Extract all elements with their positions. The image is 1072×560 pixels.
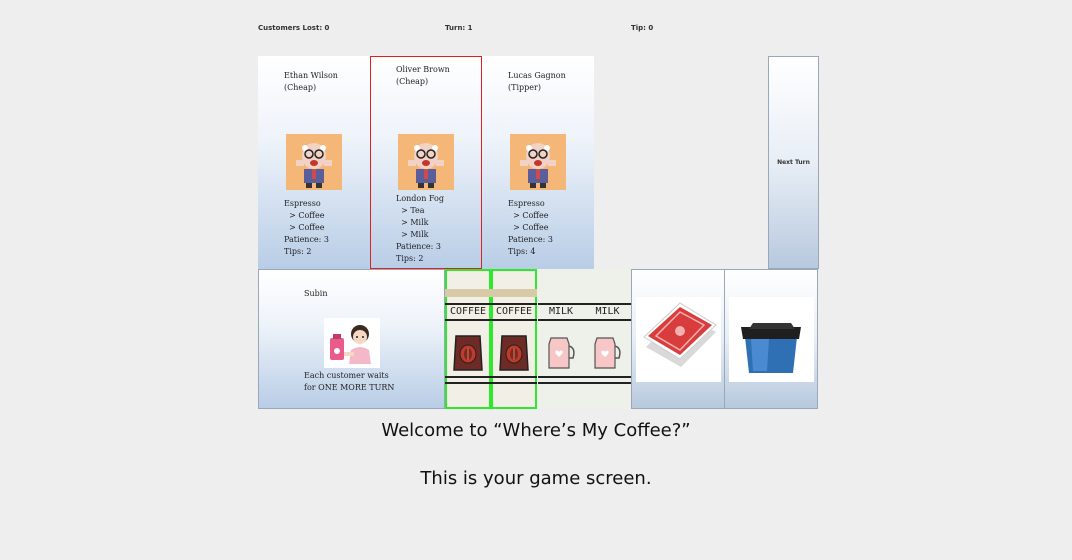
customer-order: Espresso > Coffee > Coffee Patience: 3 T…: [508, 198, 553, 258]
coffee-bag-icon: [499, 335, 529, 371]
customer-name: Ethan Wilson (Cheap): [284, 70, 338, 94]
divider-line: [491, 303, 537, 305]
divider-line: [491, 376, 537, 378]
customer-face-icon: [286, 134, 342, 190]
ingredient-label: MILK: [595, 306, 620, 317]
ingredient-coffee[interactable]: COFFEE: [445, 269, 491, 409]
ingredient-label: MILK: [548, 306, 574, 317]
divider-line: [538, 303, 584, 305]
divider-line: [445, 376, 491, 378]
customer-type: (Tipper): [508, 83, 541, 92]
divider-line: [584, 319, 631, 321]
barista-ability: Each customer waits for ONE MORE TURN: [304, 371, 395, 392]
tips-label: Tips: 2: [284, 247, 312, 256]
patience-label: Patience: 3: [284, 235, 329, 244]
patience-label: Patience: 3: [396, 242, 441, 251]
card-deck-button[interactable]: [631, 269, 725, 409]
coffee-bag-icon: [453, 335, 483, 371]
barista-name: Subin: [304, 289, 328, 298]
ingredient-label: COFFEE: [495, 306, 533, 317]
milk-jug-icon: [548, 337, 575, 369]
customers-lost-label: Customers Lost: 0: [258, 24, 330, 32]
customer-name-text: Lucas Gagnon: [508, 71, 566, 80]
customer-card[interactable]: Lucas Gagnon (Tipper) Espresso > Coffee …: [482, 56, 594, 269]
turn-label: Turn: 1: [445, 24, 473, 32]
tips-label: Tips: 2: [396, 254, 424, 263]
divider-line: [445, 303, 491, 305]
trash-bin-icon: [729, 297, 814, 382]
customer-face-icon: [510, 134, 566, 190]
divider-line: [538, 382, 584, 384]
ingredient-coffee[interactable]: COFFEE: [491, 269, 537, 409]
ingredient-band: [445, 289, 491, 297]
customer-card-selected[interactable]: Oliver Brown (Cheap) London Fog > Tea > …: [370, 56, 482, 269]
divider-line: [584, 376, 631, 378]
ingredient-label: COFFEE: [449, 306, 487, 317]
patience-label: Patience: 3: [508, 235, 553, 244]
order-items: Espresso > Coffee > Coffee: [508, 199, 549, 232]
divider-line: [491, 382, 537, 384]
customer-order: London Fog > Tea > Milk > Milk Patience:…: [396, 193, 444, 265]
customer-order: Espresso > Coffee > Coffee Patience: 3 T…: [284, 198, 329, 258]
barista-icon: [324, 318, 380, 368]
trash-button[interactable]: [724, 269, 818, 409]
tips-label: Tips: 4: [508, 247, 536, 256]
customer-name: Oliver Brown (Cheap): [396, 64, 450, 88]
customer-face-icon: [398, 134, 454, 190]
divider-line: [584, 382, 631, 384]
ingredient-milk[interactable]: MILK: [538, 269, 584, 409]
customer-type: (Cheap): [396, 77, 429, 86]
milk-jug-icon: [594, 337, 621, 369]
customer-type: (Cheap): [284, 83, 317, 92]
card-deck-icon: [636, 297, 721, 382]
ingredient-milk[interactable]: MILK: [584, 269, 631, 409]
order-items: Espresso > Coffee > Coffee: [284, 199, 325, 232]
divider-line: [538, 376, 584, 378]
customer-card[interactable]: Ethan Wilson (Cheap) Espresso > Coffee >…: [258, 56, 370, 269]
divider-line: [491, 319, 537, 321]
barista-panel: Subin Each customer waits for ONE MORE T…: [258, 269, 445, 409]
customer-name-text: Ethan Wilson: [284, 71, 338, 80]
tip-label: Tip: 0: [631, 24, 654, 32]
divider-line: [538, 319, 584, 321]
ingredient-band: [491, 289, 537, 297]
divider-line: [584, 303, 631, 305]
customer-name-text: Oliver Brown: [396, 65, 450, 74]
customer-name: Lucas Gagnon (Tipper): [508, 70, 566, 94]
next-turn-button[interactable]: Next Turn: [768, 56, 819, 269]
order-items: London Fog > Tea > Milk > Milk: [396, 194, 444, 239]
welcome-text: Welcome to “Where’s My Coffee?”: [381, 420, 691, 441]
divider-line: [445, 382, 491, 384]
divider-line: [445, 319, 491, 321]
info-text: This is your game screen.: [420, 468, 652, 489]
